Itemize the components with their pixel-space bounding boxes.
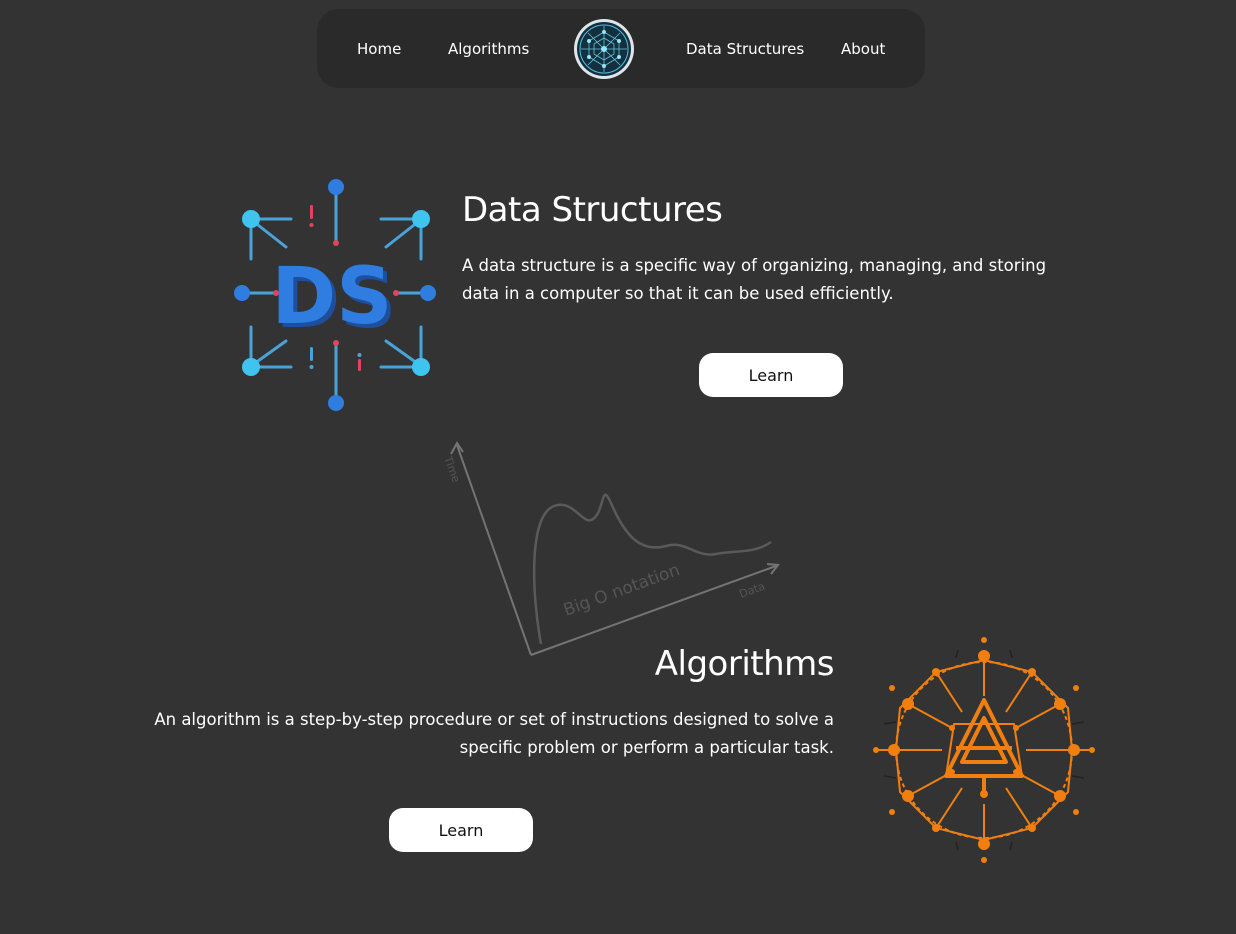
- nav-home-link[interactable]: Home: [357, 9, 401, 88]
- top-navigation: Home Algorithms Data Structures About: [317, 9, 925, 88]
- big-o-caption: Big O notation: [561, 560, 683, 621]
- big-o-y-axis-label: Time: [441, 454, 463, 485]
- ds-logo-text: DS: [272, 252, 393, 342]
- algorithms-heading: Algorithms: [654, 644, 835, 684]
- data-structures-learn-button[interactable]: Learn: [699, 353, 843, 397]
- algorithms-learn-button[interactable]: Learn: [389, 808, 533, 852]
- big-o-x-axis-label: Data: [738, 580, 767, 601]
- nav-about-link[interactable]: About: [841, 9, 885, 88]
- nav-algorithms-link[interactable]: Algorithms: [448, 9, 529, 88]
- algorithm-network-icon: [872, 636, 1096, 864]
- data-structures-description: A data structure is a specific way of or…: [462, 256, 1047, 303]
- data-structures-heading: Data Structures: [462, 190, 723, 230]
- ds-network-icon: DS DS: [228, 175, 448, 415]
- algorithms-description: An algorithm is a step-by-step procedure…: [154, 710, 834, 757]
- big-o-illustration: Big O notation Data Time: [436, 436, 786, 668]
- network-globe-icon[interactable]: [573, 18, 635, 80]
- nav-data-structures-link[interactable]: Data Structures: [686, 9, 804, 88]
